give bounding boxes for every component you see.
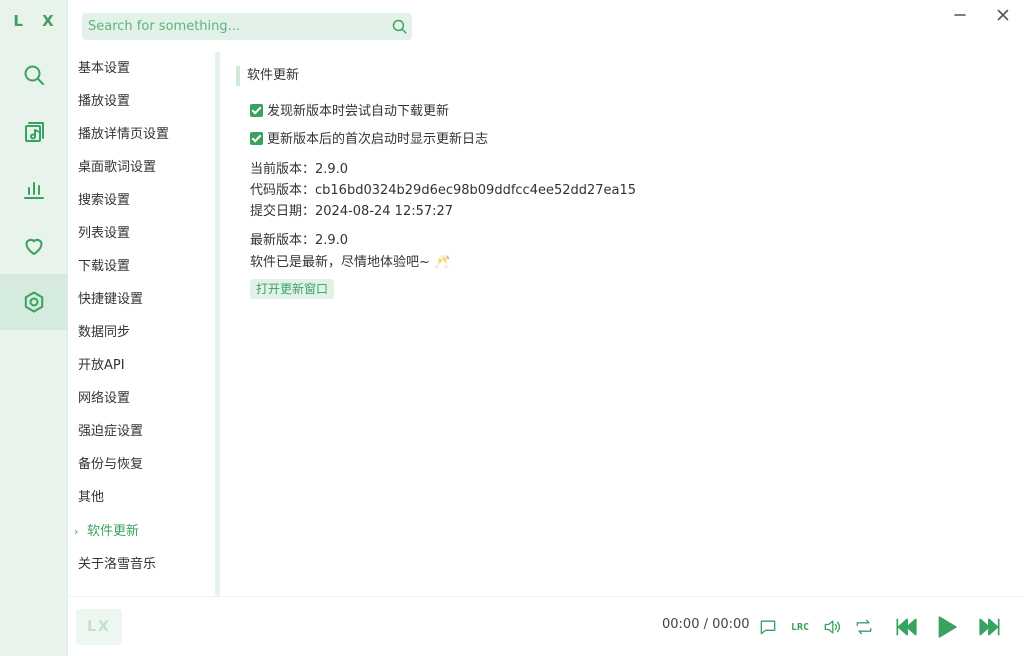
close-icon: [997, 9, 1009, 21]
settings-nav-item-update[interactable]: › 软件更新: [74, 520, 140, 544]
rail-library-button[interactable]: [0, 104, 68, 160]
repeat-icon: [856, 619, 872, 635]
previous-button[interactable]: [890, 614, 922, 640]
close-button[interactable]: [994, 6, 1012, 24]
settings-nav-item-open-api[interactable]: 开放API: [78, 354, 125, 378]
auto-download-label: 发现新版本时尝试自动下载更新: [267, 104, 450, 119]
settings-nav-item-hotkey[interactable]: 快捷键设置: [78, 288, 143, 312]
minimize-button[interactable]: [951, 6, 969, 24]
settings-nav-item-desktop-lyric[interactable]: 桌面歌词设置: [78, 156, 156, 180]
leaderboard-icon: [24, 182, 44, 199]
latest-version: 最新版本：2.9.0: [250, 233, 349, 248]
settings-nav-item-download[interactable]: 下载设置: [78, 255, 130, 279]
album-art-placeholder[interactable]: LX: [76, 609, 122, 645]
skip-previous-icon: [896, 618, 917, 636]
checkbox-checked-icon: [250, 132, 263, 145]
app-logo: L X: [13, 12, 61, 30]
comment-button[interactable]: [755, 614, 781, 640]
show-changelog-label: 更新版本后的首次启动时显示更新日志: [267, 132, 489, 147]
settings-nav-item-label: 软件更新: [87, 524, 140, 539]
settings-icon: [24, 291, 44, 313]
code-version: 代码版本：cb16bd0324b29d6ec98b09ddfcc4ee52dd2…: [250, 183, 637, 198]
rail-favorites-button[interactable]: [0, 218, 68, 274]
settings-nav-item-sync[interactable]: 数据同步: [78, 321, 130, 345]
settings-nav-item-search[interactable]: 搜索设置: [78, 189, 130, 213]
settings-nav-item-playback[interactable]: 播放设置: [78, 90, 130, 114]
music-library-icon: [25, 122, 44, 142]
settings-nav-item-network[interactable]: 网络设置: [78, 387, 130, 411]
search-box: [82, 13, 412, 40]
playback-time: 00:00 / 00:00: [662, 617, 750, 632]
rail-settings-button[interactable]: [0, 274, 68, 330]
settings-nav-item-about[interactable]: 关于洛雪音乐: [78, 553, 156, 577]
volume-button[interactable]: [819, 614, 845, 640]
nav-rail: L X: [0, 0, 68, 656]
skip-next-icon: [979, 618, 1000, 636]
show-changelog-checkbox[interactable]: 更新版本后的首次启动时显示更新日志: [250, 130, 488, 150]
update-status: 软件已是最新，尽情地体验吧~ 🥂: [250, 255, 451, 270]
minimize-icon: [954, 14, 966, 16]
settings-nav-item-list[interactable]: 列表设置: [78, 222, 130, 246]
player-bar: LX 00:00 / 00:00 LRC: [68, 596, 1024, 656]
rail-search-button[interactable]: [0, 47, 68, 103]
play-button[interactable]: [930, 614, 962, 640]
search-input[interactable]: [82, 13, 386, 40]
lyric-toggle-button[interactable]: LRC: [787, 614, 813, 640]
checkbox-checked-icon: [250, 104, 263, 117]
next-button[interactable]: [974, 614, 1006, 640]
chevron-right-icon: ›: [74, 525, 79, 538]
volume-icon: [824, 620, 840, 634]
settings-nav-item-backup[interactable]: 备份与恢复: [78, 453, 143, 477]
settings-nav-item-ocd[interactable]: 强迫症设置: [78, 420, 143, 444]
play-mode-button[interactable]: [851, 614, 877, 640]
settings-nav-item-other[interactable]: 其他: [78, 486, 104, 510]
settings-nav-scrollbar[interactable]: [215, 52, 220, 596]
rail-leaderboard-button[interactable]: [0, 161, 68, 217]
play-icon: [938, 616, 957, 638]
heart-icon: [25, 238, 43, 255]
settings-nav-item-play-detail[interactable]: 播放详情页设置: [78, 123, 169, 147]
comment-icon: [760, 620, 776, 635]
settings-nav: 基本设置 播放设置 播放详情页设置 桌面歌词设置 搜索设置 列表设置 下载设置 …: [68, 52, 218, 596]
section-title: 软件更新: [236, 66, 299, 86]
search-submit-button[interactable]: [386, 13, 412, 40]
open-update-window-button[interactable]: 打开更新窗口: [250, 279, 335, 299]
search-icon: [24, 65, 44, 85]
current-version: 当前版本：2.9.0: [250, 162, 349, 177]
settings-nav-item-basic[interactable]: 基本设置: [78, 57, 130, 81]
search-icon: [392, 19, 407, 34]
auto-download-checkbox[interactable]: 发现新版本时尝试自动下载更新: [250, 102, 449, 122]
lyric-icon: LRC: [790, 621, 810, 633]
commit-date: 提交日期：2024-08-24 12:57:27: [250, 204, 454, 219]
